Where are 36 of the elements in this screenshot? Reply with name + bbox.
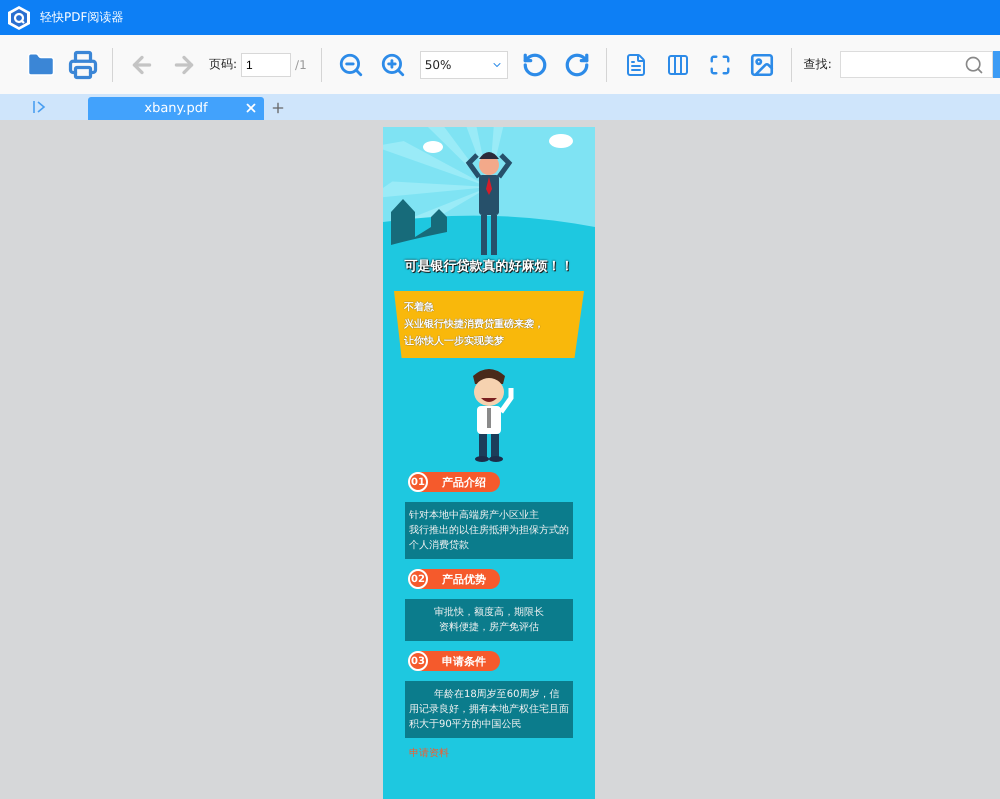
section-title: 产品介绍	[442, 474, 486, 490]
fullscreen-icon	[708, 54, 731, 76]
page-number-field[interactable]: 1	[241, 52, 292, 76]
image-icon	[748, 52, 775, 78]
section-title: 产品优势	[442, 572, 486, 586]
page-headline: 可是银行贷款真的好麻烦！！	[404, 258, 574, 275]
page-total: /1	[295, 58, 307, 72]
window-title: 轻快PDF阅读器	[40, 9, 124, 26]
page-label: 页码:	[209, 56, 238, 73]
section-number: 03	[408, 651, 428, 671]
sidebar-toggle-icon	[32, 100, 46, 114]
zoom-in-icon	[380, 52, 406, 78]
two-page-icon	[666, 52, 690, 76]
zoom-dropdown[interactable]: 50%	[420, 50, 508, 78]
section-title: 申请条件	[442, 654, 486, 668]
rotate-left-icon	[522, 52, 548, 78]
bubble-text: 不着急	[404, 300, 435, 315]
section-text: 个人消费贷款	[409, 538, 470, 553]
section-text: 审批快，额度高，期限长	[433, 606, 545, 620]
app-logo-icon	[8, 6, 30, 30]
new-tab-icon[interactable]	[270, 100, 286, 116]
zoom-out-icon	[338, 52, 364, 78]
search-label: 查找:	[804, 56, 832, 73]
bubble-text: 让你快人一步实现美梦	[404, 334, 505, 349]
section-text: 我行推出的以住房抵押为担保方式的	[409, 524, 569, 538]
section-number: 02	[408, 569, 428, 589]
search-icon	[964, 54, 984, 74]
section-number: 01	[408, 472, 428, 492]
rotate-right-icon	[564, 52, 590, 78]
section-text: 资料便捷，房产免评估	[438, 620, 540, 635]
bubble-text: 兴业银行快捷消费贷重磅来袭，	[404, 317, 545, 332]
footer-heading: 申请资料	[409, 746, 449, 760]
section-text: 年龄在18周岁至60周岁，信用记录良好，拥有本地产权住宅且面积大于90平方的中国公民	[409, 688, 569, 732]
printer-icon	[68, 50, 98, 80]
search-field[interactable]	[840, 51, 993, 78]
section-text: 针对本地中高端房产小区业主	[409, 508, 540, 523]
